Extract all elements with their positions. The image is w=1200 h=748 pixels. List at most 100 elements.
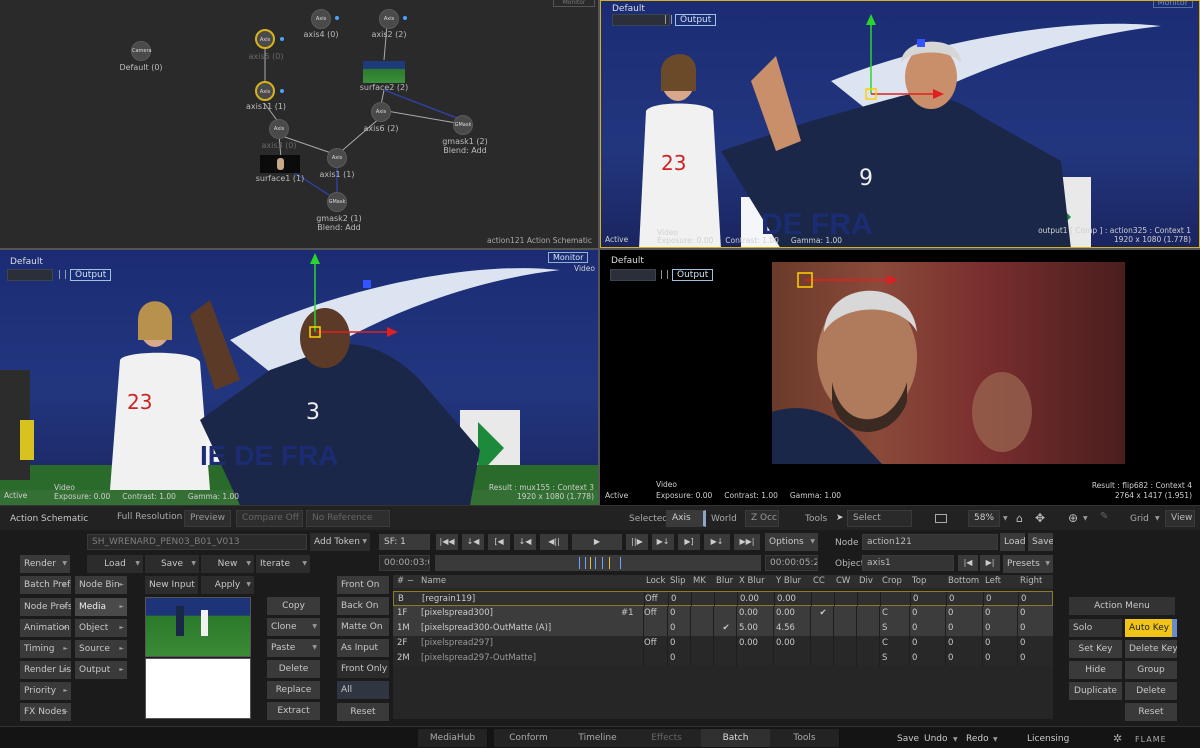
options-dropdown[interactable]: Options: [765, 533, 818, 551]
axis11-node[interactable]: Axis: [255, 81, 275, 101]
view-button[interactable]: View: [1165, 510, 1195, 527]
viewport-divider-h[interactable]: [0, 248, 1200, 250]
viewport-divider-v[interactable]: [598, 0, 600, 505]
compare-off-button[interactable]: Compare Off: [236, 510, 303, 527]
group-button[interactable]: Group: [1125, 661, 1177, 679]
save-dropdown[interactable]: Save: [145, 555, 199, 573]
node-save-button[interactable]: Save: [1028, 533, 1053, 551]
presets-dropdown[interactable]: Presets: [1003, 555, 1053, 573]
camera-node[interactable]: Camera: [131, 41, 152, 61]
save-button[interactable]: Save: [897, 734, 919, 744]
home-icon[interactable]: ⌂: [1016, 512, 1023, 525]
gmask2-node[interactable]: GMask: [327, 192, 347, 212]
iterate-dropdown[interactable]: Iterate: [256, 555, 310, 573]
output-button[interactable]: Output: [75, 661, 127, 679]
surface2-thumbnail[interactable]: [363, 61, 405, 83]
axis4-node[interactable]: Axis: [311, 9, 331, 29]
new-input-button[interactable]: New Input: [145, 576, 198, 594]
prev-key-button-2[interactable]: ↓◀: [514, 534, 536, 550]
grid-dropdown-icon[interactable]: ▼: [1155, 515, 1160, 522]
tab-conform[interactable]: Conform: [494, 729, 564, 747]
mark-out-button[interactable]: ▶]: [678, 534, 700, 550]
node-name-field[interactable]: action121: [862, 534, 998, 550]
render-dropdown[interactable]: Render: [20, 555, 70, 573]
tab-batch[interactable]: Batch: [701, 729, 771, 747]
select-tool-dropdown[interactable]: Select: [847, 510, 912, 527]
table-row[interactable]: 1M [pixelspread300-OutMatte (A)] 0 ✔ 5.00 4.5…: [393, 621, 1053, 636]
table-cell-name[interactable]: [pixelspread297-OutMatte]: [421, 651, 641, 666]
no-reference-button[interactable]: No Reference: [306, 510, 390, 527]
replace-button[interactable]: Replace: [267, 681, 320, 699]
step-forward-button[interactable]: ||▶: [626, 534, 648, 550]
bl-output-button[interactable]: Output: [70, 269, 112, 281]
step-back-button[interactable]: ◀||: [540, 534, 568, 550]
fit-icon[interactable]: ✥: [1035, 511, 1045, 525]
gizmo-mode-icon[interactable]: ⊕: [1068, 511, 1078, 525]
br-axis-gizmo[interactable]: [795, 265, 905, 295]
new-dropdown[interactable]: New: [201, 555, 254, 573]
undo-button[interactable]: Undo: [924, 734, 948, 744]
next-key-button[interactable]: ▶↓: [652, 534, 674, 550]
table-row[interactable]: 2F [pixelspread297] Off 0 0.00 0.00 C 0 0 0 0: [393, 636, 1053, 651]
timecode-in-field[interactable]: 00:00:03:08: [379, 555, 430, 571]
bl-monitor-button[interactable]: Monitor: [548, 252, 589, 263]
axis3-node[interactable]: Axis: [269, 119, 289, 139]
object-next-button[interactable]: ▶|: [980, 555, 1000, 571]
node-prefs-button[interactable]: Node Prefs: [20, 598, 71, 616]
media-button[interactable]: Media: [75, 598, 127, 616]
axis2-node[interactable]: Axis: [379, 9, 399, 29]
zoom-dropdown-icon[interactable]: ▼: [1003, 515, 1008, 522]
table-cell-name[interactable]: [regrain119]: [422, 592, 642, 607]
br-output-button[interactable]: Output: [672, 269, 714, 281]
delete-object-button[interactable]: Delete: [1125, 682, 1177, 700]
play-button[interactable]: ▶: [572, 534, 622, 550]
table-row[interactable]: 2M [pixelspread297-OutMatte] 0 S 0 0 0 0: [393, 651, 1053, 666]
object-name-field[interactable]: axis1: [862, 555, 954, 571]
action-menu-button[interactable]: Action Menu: [1069, 597, 1175, 615]
redo-button[interactable]: Redo: [966, 734, 989, 744]
fx-nodes-button[interactable]: FX Nodes: [20, 703, 71, 721]
matte-on-button[interactable]: Matte On: [337, 618, 389, 636]
copy-button[interactable]: Copy: [267, 597, 320, 615]
table-cell-name[interactable]: [pixelspread300-OutMatte (A)]: [421, 621, 641, 636]
as-input-button[interactable]: As Input: [337, 639, 389, 657]
object-prev-button[interactable]: |◀: [958, 555, 978, 571]
table-cell-name[interactable]: [pixelspread297]: [421, 636, 641, 651]
tab-timeline[interactable]: Timeline: [563, 729, 633, 747]
action-schematic-tab[interactable]: Action Schematic: [10, 514, 88, 524]
axis-button[interactable]: Axis: [666, 510, 706, 527]
load-dropdown[interactable]: Load: [87, 555, 143, 573]
set-key-button[interactable]: Set Key: [1069, 640, 1122, 658]
delete-button[interactable]: Delete: [267, 660, 320, 678]
axis5-node[interactable]: Axis: [255, 29, 275, 49]
zocc-button[interactable]: Z Occ: [745, 510, 779, 527]
animation-button[interactable]: Animation: [20, 619, 71, 637]
viewport-bottom-right[interactable]: Default | | Output Active Video Exposure…: [600, 250, 1200, 505]
front-on-button[interactable]: Front On: [337, 576, 389, 594]
gizmo-mode-dropdown-icon[interactable]: ▼: [1083, 515, 1088, 522]
tab-mediahub[interactable]: MediaHub: [418, 729, 488, 747]
reset-button-left[interactable]: Reset: [337, 703, 389, 721]
tr-axis-gizmo[interactable]: [841, 11, 961, 131]
clone-dropdown[interactable]: Clone: [267, 618, 320, 636]
zoom-field[interactable]: 58%: [968, 510, 1000, 527]
render-list-button[interactable]: Render List: [20, 661, 71, 679]
front-only-button[interactable]: Front Only: [337, 660, 389, 678]
back-on-button[interactable]: Back On: [337, 597, 389, 615]
next-key-button-2[interactable]: ▶↓: [704, 534, 730, 550]
object-button[interactable]: Object: [75, 619, 127, 637]
priority-button[interactable]: Priority: [20, 682, 71, 700]
pen-icon[interactable]: ✎: [1100, 511, 1108, 522]
duplicate-button[interactable]: Duplicate: [1069, 682, 1122, 700]
timing-button[interactable]: Timing: [20, 640, 71, 658]
table-row[interactable]: B [regrain119] Off 0 0.00 0.00 0 0 0 0: [393, 591, 1053, 607]
reset-object-button[interactable]: Reset: [1125, 703, 1177, 721]
mark-in-button[interactable]: [◀: [488, 534, 510, 550]
tab-effects[interactable]: Effects: [632, 729, 702, 747]
solo-button[interactable]: Solo: [1069, 619, 1122, 637]
layout-icon[interactable]: [935, 514, 947, 523]
full-resolution-button[interactable]: Full Resolution: [112, 510, 187, 527]
all-button[interactable]: All: [337, 681, 389, 699]
source-button[interactable]: Source: [75, 640, 127, 658]
node-load-button[interactable]: Load: [1000, 533, 1025, 551]
